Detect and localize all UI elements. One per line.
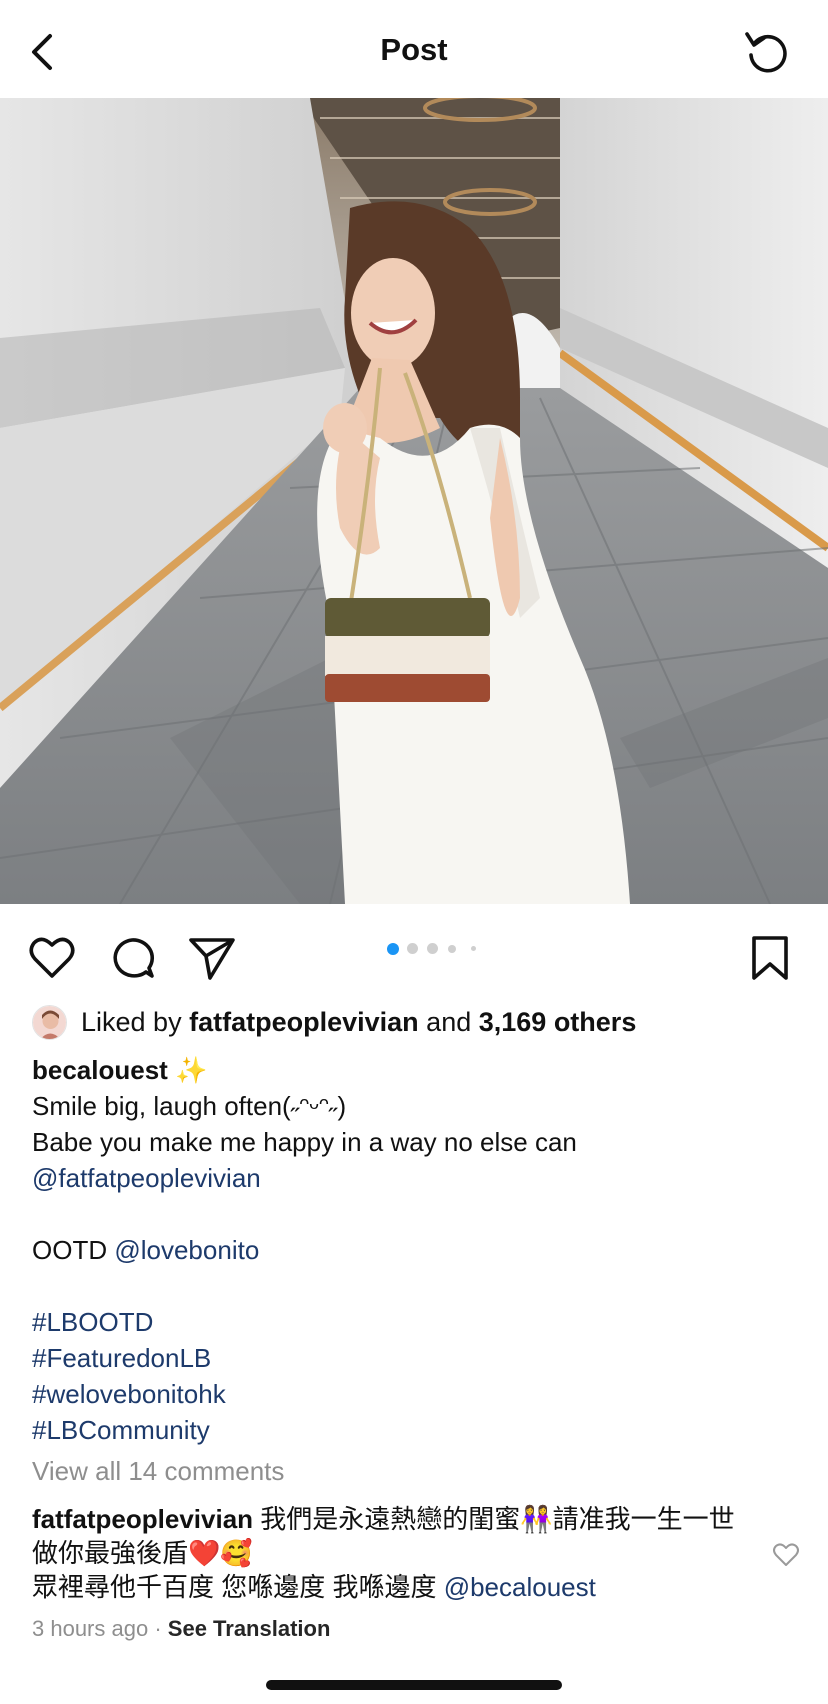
view-all-comments-link[interactable]: View all 14 comments bbox=[32, 1456, 284, 1487]
see-translation-link[interactable]: See Translation bbox=[168, 1616, 331, 1641]
caption-ootd: OOTD bbox=[32, 1235, 108, 1265]
comment-mention[interactable]: @becalouest bbox=[444, 1572, 596, 1602]
carousel-dot bbox=[407, 943, 418, 954]
heart-icon[interactable] bbox=[26, 932, 78, 984]
page-title: Post bbox=[380, 32, 448, 67]
carousel-dot bbox=[471, 946, 476, 951]
carousel-indicator bbox=[0, 943, 828, 955]
home-indicator[interactable] bbox=[266, 1680, 562, 1690]
carousel-dot-active bbox=[387, 943, 399, 955]
hashtag[interactable]: #welovebonitohk bbox=[32, 1376, 802, 1412]
sparkle-emoji: ✨ bbox=[175, 1055, 208, 1085]
post-photo-illustration bbox=[0, 98, 828, 904]
bookmark-icon[interactable] bbox=[744, 932, 796, 984]
comment-like-heart-icon[interactable] bbox=[772, 1542, 800, 1568]
caption-username[interactable]: becalouest bbox=[32, 1055, 168, 1085]
refresh-icon[interactable] bbox=[742, 26, 792, 76]
caption-line-2: Babe you make me happy in a way no else … bbox=[32, 1127, 577, 1157]
post-caption: becalouest ✨ Smile big, laugh often(˶ᵔᵕᵔ… bbox=[32, 1052, 802, 1448]
caption-mention[interactable]: @fatfatpeoplevivian bbox=[32, 1160, 802, 1196]
comment-bubble-icon[interactable] bbox=[106, 932, 158, 984]
comment-meta: 3 hours ago · See Translation bbox=[32, 1616, 330, 1642]
caption-ootd-mention[interactable]: @lovebonito bbox=[114, 1235, 259, 1265]
meta-separator: · bbox=[154, 1616, 162, 1641]
header: Post bbox=[0, 0, 828, 98]
liker-avatar bbox=[32, 1004, 67, 1040]
top-comment: fatfatpeoplevivian 我們是永遠熱戀的閨蜜👭請准我一生一世做你最… bbox=[32, 1502, 742, 1604]
likes-count[interactable]: 3,169 others bbox=[479, 1007, 637, 1038]
comment-username[interactable]: fatfatpeoplevivian bbox=[32, 1504, 253, 1534]
likes-row[interactable]: Liked by fatfatpeoplevivian and 3,169 ot… bbox=[32, 1002, 636, 1042]
paper-plane-icon[interactable] bbox=[186, 932, 238, 984]
carousel-dot bbox=[448, 945, 456, 953]
hashtag[interactable]: #LBCommunity bbox=[32, 1412, 802, 1448]
likes-middle: and bbox=[426, 1006, 472, 1037]
likes-prefix: Liked by bbox=[81, 1006, 182, 1037]
post-image[interactable] bbox=[0, 98, 828, 904]
hashtag[interactable]: #LBOOTD bbox=[32, 1304, 802, 1340]
hashtag[interactable]: #FeaturedonLB bbox=[32, 1340, 802, 1376]
liker-username[interactable]: fatfatpeoplevivian bbox=[189, 1007, 419, 1038]
caption-line-1: Smile big, laugh often(˶ᵔᵕᵔ˶) bbox=[32, 1091, 347, 1121]
carousel-dot bbox=[427, 943, 438, 954]
comment-text-2: 眾裡尋他千百度 您喺邊度 我喺邊度 bbox=[32, 1572, 437, 1602]
timestamp: 3 hours ago bbox=[32, 1616, 149, 1641]
